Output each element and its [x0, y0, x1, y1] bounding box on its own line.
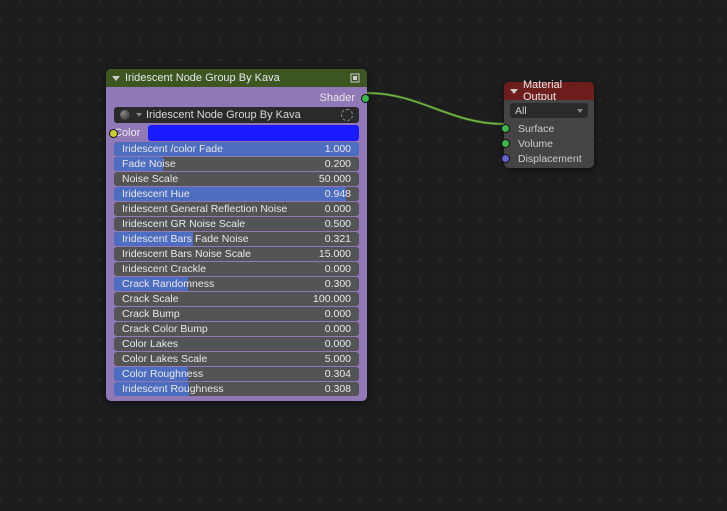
displacement-input-socket[interactable] [501, 154, 510, 163]
slider-label: Iridescent Bars Fade Noise [114, 233, 249, 245]
slider-value: 50.000 [319, 173, 359, 185]
slider-label: Color Roughness [114, 368, 203, 380]
slider-label: Iridescent /color Fade [114, 143, 223, 155]
volume-input-row: Volume [506, 136, 592, 151]
slider-label: Fade Noise [114, 158, 176, 170]
slider-iridescent-roughness[interactable]: Iridescent Roughness 0.308 [114, 382, 359, 396]
node-header[interactable]: Iridescent Node Group By Kava [106, 69, 367, 87]
output-shader-label: Shader [320, 92, 355, 104]
slider-iridescent-color-fade[interactable]: Iridescent /color Fade 1.000 [114, 142, 359, 156]
color-input-row: Color [114, 125, 359, 141]
nodegroup-type-selector[interactable]: Iridescent Node Group By Kava [114, 107, 359, 123]
slider-value: 0.000 [325, 323, 359, 335]
slider-iridescent-gr-noise-scale[interactable]: Iridescent GR Noise Scale 0.500 [114, 217, 359, 231]
slider-label: Crack Bump [114, 308, 180, 320]
slider-color-roughness[interactable]: Color Roughness 0.304 [114, 367, 359, 381]
slider-value: 0.948 [325, 188, 359, 200]
slider-value: 100.000 [313, 293, 359, 305]
output-target-dropdown[interactable]: All [510, 103, 588, 118]
output-shader-row: Shader [108, 89, 365, 107]
slider-value: 15.000 [319, 248, 359, 260]
slider-label: Iridescent Bars Noise Scale [114, 248, 251, 260]
surface-label: Surface [518, 123, 554, 135]
slider-crack-bump[interactable]: Crack Bump 0.000 [114, 307, 359, 321]
slider-label: Crack Randomness [114, 278, 214, 290]
slider-iridescent-bars-noise-scale[interactable]: Iridescent Bars Noise Scale 15.000 [114, 247, 359, 261]
slider-label: Iridescent General Reflection Noise [114, 203, 287, 215]
slider-label: Color Lakes [114, 338, 178, 350]
chevron-down-icon [510, 89, 518, 94]
material-output-node[interactable]: Material Output All Surface Volume Displac… [504, 82, 594, 168]
slider-value: 0.300 [325, 278, 359, 290]
material-sphere-icon [120, 110, 130, 120]
slider-value: 0.000 [325, 263, 359, 275]
slider-label: Iridescent Crackle [114, 263, 206, 275]
node-body: All Surface Volume Displacement [504, 100, 594, 168]
slider-color-lakes-scale[interactable]: Color Lakes Scale 5.000 [114, 352, 359, 366]
slider-label: Iridescent Hue [114, 188, 190, 200]
slider-value: 0.308 [325, 383, 359, 395]
slider-crack-randomness[interactable]: Crack Randomness 0.300 [114, 277, 359, 291]
chevron-down-icon [577, 109, 583, 113]
slider-crack-color-bump[interactable]: Crack Color Bump 0.000 [114, 322, 359, 336]
slider-value: 1.000 [325, 143, 359, 155]
node-options-icon[interactable] [349, 72, 361, 84]
slider-label: Iridescent Roughness [114, 383, 224, 395]
color-input-socket[interactable] [109, 129, 118, 138]
slider-label: Crack Color Bump [114, 323, 208, 335]
iridescent-node-group[interactable]: Iridescent Node Group By Kava Shader Iri… [106, 69, 367, 401]
color-swatch[interactable] [148, 125, 359, 141]
slider-value: 5.000 [325, 353, 359, 365]
shader-output-socket[interactable] [361, 94, 370, 103]
slider-value: 0.000 [325, 338, 359, 350]
surface-input-socket[interactable] [501, 124, 510, 133]
slider-value: 0.200 [325, 158, 359, 170]
surface-input-row: Surface [506, 121, 592, 136]
slider-value: 0.000 [325, 308, 359, 320]
nodegroup-type-name: Iridescent Node Group By Kava [146, 109, 301, 121]
unlink-icon[interactable] [341, 109, 353, 121]
slider-color-lakes[interactable]: Color Lakes 0.000 [114, 337, 359, 351]
node-title: Iridescent Node Group By Kava [125, 72, 280, 84]
slider-fade-noise[interactable]: Fade Noise 0.200 [114, 157, 359, 171]
slider-iridescent-bars-fade-noise[interactable]: Iridescent Bars Fade Noise 0.321 [114, 232, 359, 246]
slider-noise-scale[interactable]: Noise Scale 50.000 [114, 172, 359, 186]
slider-value: 0.000 [325, 203, 359, 215]
displacement-input-row: Displacement [506, 151, 592, 166]
output-target-value: All [515, 105, 527, 117]
slider-iridescent-general-reflection-noise[interactable]: Iridescent General Reflection Noise 0.000 [114, 202, 359, 216]
slider-value: 0.321 [325, 233, 359, 245]
slider-label: Noise Scale [114, 173, 178, 185]
slider-iridescent-hue[interactable]: Iridescent Hue 0.948 [114, 187, 359, 201]
displacement-label: Displacement [518, 153, 582, 165]
volume-input-socket[interactable] [501, 139, 510, 148]
node-body: Shader Iridescent Node Group By Kava Col… [106, 87, 367, 401]
slider-value: 0.304 [325, 368, 359, 380]
chevron-down-icon [136, 113, 142, 117]
slider-label: Iridescent GR Noise Scale [114, 218, 245, 230]
slider-label: Crack Scale [114, 293, 179, 305]
slider-crack-scale[interactable]: Crack Scale 100.000 [114, 292, 359, 306]
volume-label: Volume [518, 138, 553, 150]
chevron-down-icon [112, 76, 120, 81]
slider-value: 0.500 [325, 218, 359, 230]
node-header[interactable]: Material Output [504, 82, 594, 100]
color-label: Color [114, 127, 144, 139]
slider-label: Color Lakes Scale [114, 353, 207, 365]
slider-iridescent-crackle[interactable]: Iridescent Crackle 0.000 [114, 262, 359, 276]
